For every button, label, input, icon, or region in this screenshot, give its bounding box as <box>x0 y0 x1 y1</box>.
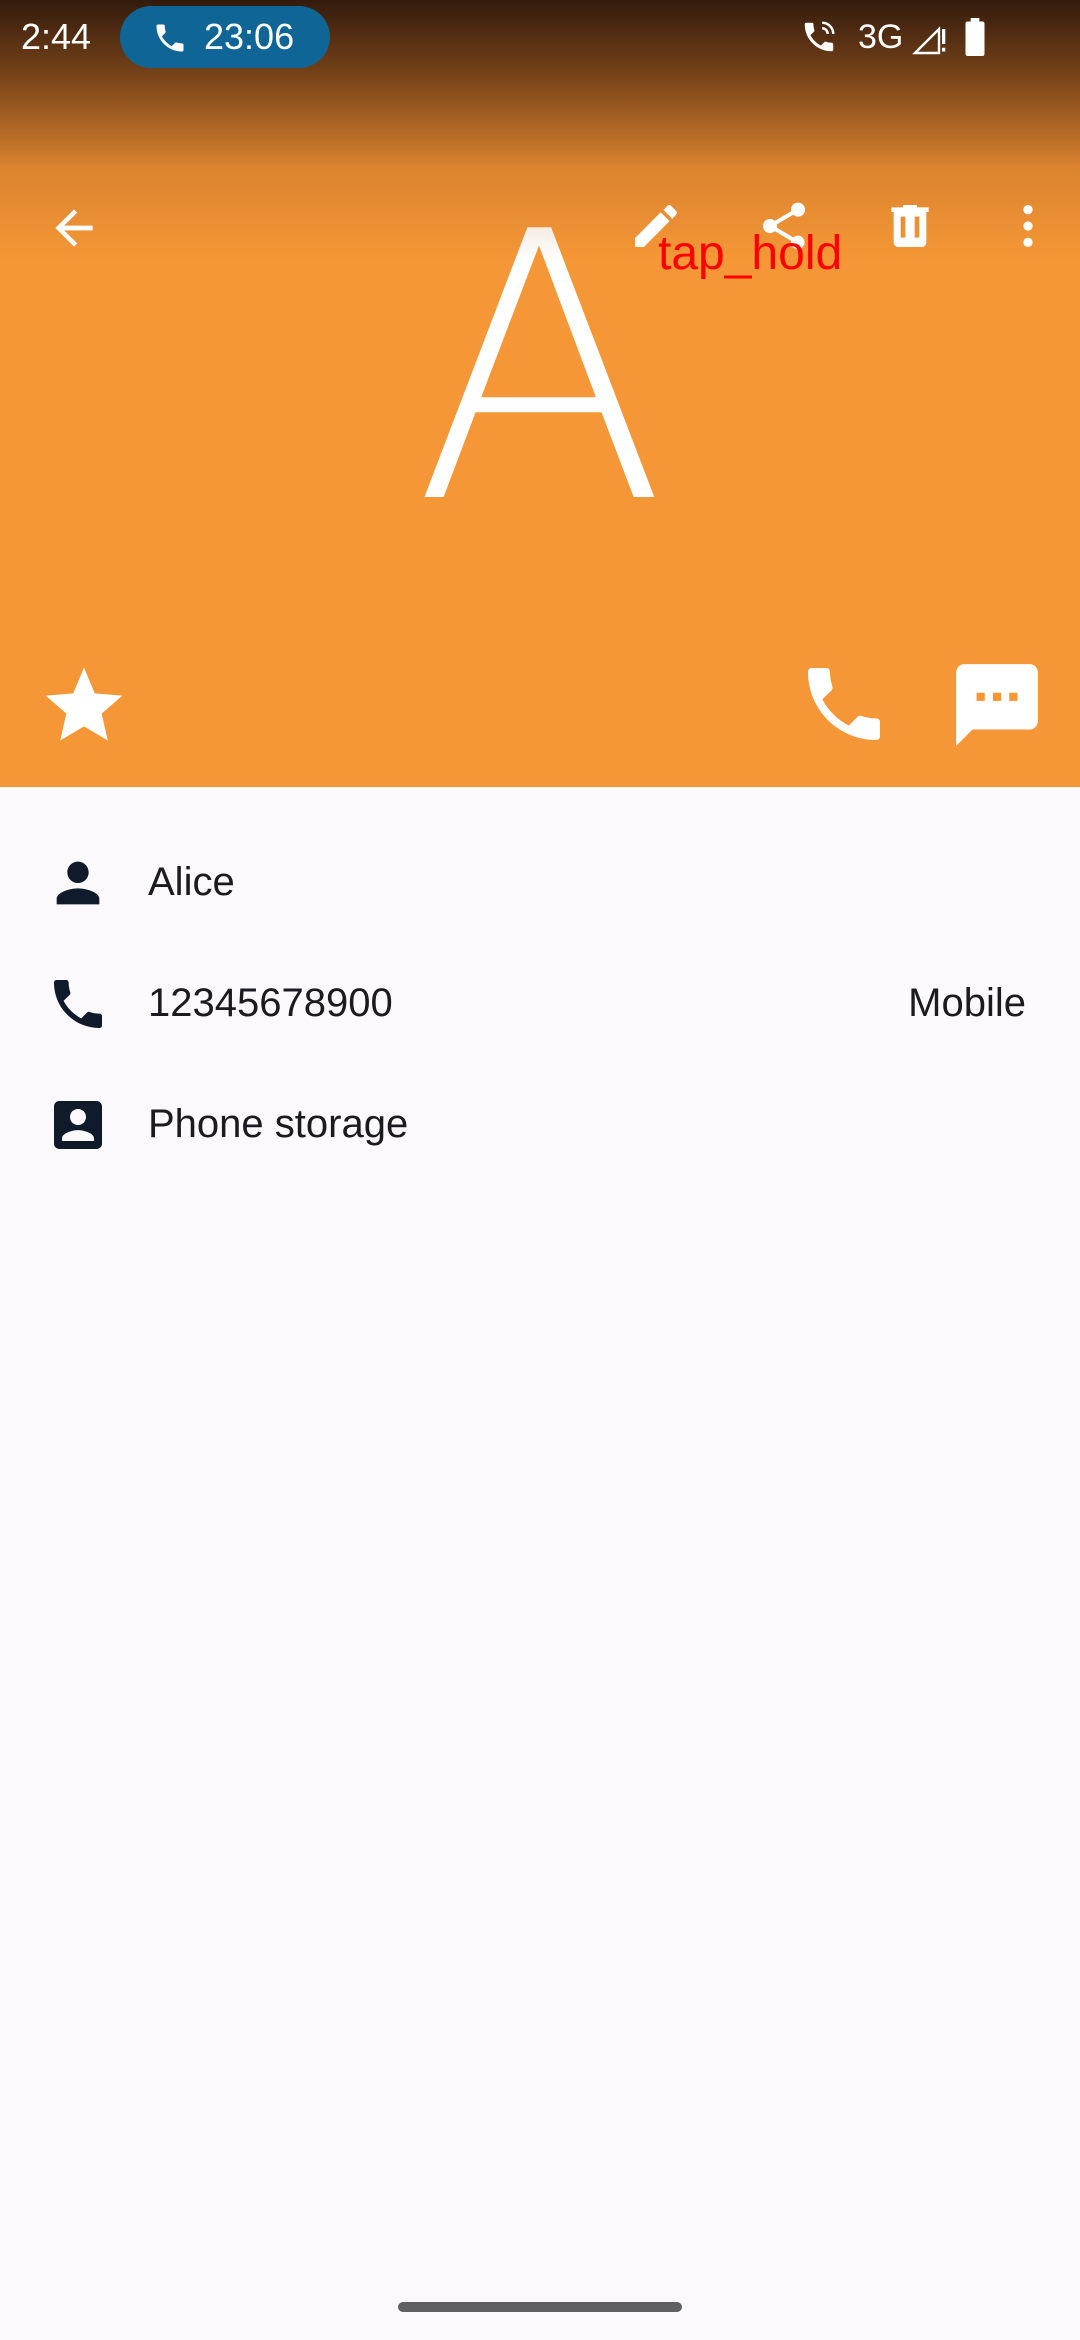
phone-icon[interactable] <box>796 656 892 752</box>
call-duration: 23:06 <box>204 16 295 57</box>
phone-number: 12345678900 <box>148 981 393 1025</box>
contact-name-row[interactable]: Alice <box>0 821 1080 941</box>
battery-icon <box>965 18 985 56</box>
storage-label: Phone storage <box>148 1102 409 1146</box>
phone-type-label: Mobile <box>908 981 1026 1025</box>
network-type: 3G <box>858 18 904 56</box>
delete-icon[interactable] <box>882 198 938 254</box>
person-icon <box>56 861 100 905</box>
contact-name: Alice <box>148 860 235 904</box>
contact-detail-screen: A 2:44 23:06 3G tap_hold Alice 123456789… <box>0 0 1080 2340</box>
contact-card-icon <box>54 1101 102 1149</box>
more-vert-icon[interactable] <box>1000 198 1056 254</box>
status-icons: 3G <box>780 0 1080 76</box>
call-indicator-icon <box>804 21 835 52</box>
message-icon[interactable] <box>948 656 1046 754</box>
home-indicator[interactable] <box>398 2302 682 2312</box>
signal-icon <box>912 26 946 55</box>
phone-number-row[interactable]: 12345678900 Mobile <box>0 942 1080 1062</box>
contact-header: A 2:44 23:06 3G tap_hold <box>0 0 1080 787</box>
ongoing-call-chip[interactable]: 23:06 <box>120 6 330 68</box>
storage-row[interactable]: Phone storage <box>0 1063 1080 1183</box>
status-bar: 2:44 23:06 3G <box>0 0 1080 76</box>
phone-icon <box>54 980 102 1028</box>
back-arrow-icon[interactable] <box>46 200 102 256</box>
status-time: 2:44 <box>21 16 92 57</box>
star-icon[interactable] <box>38 660 130 752</box>
action-overlay-label: tap_hold <box>658 227 843 280</box>
phone-icon <box>156 24 184 52</box>
